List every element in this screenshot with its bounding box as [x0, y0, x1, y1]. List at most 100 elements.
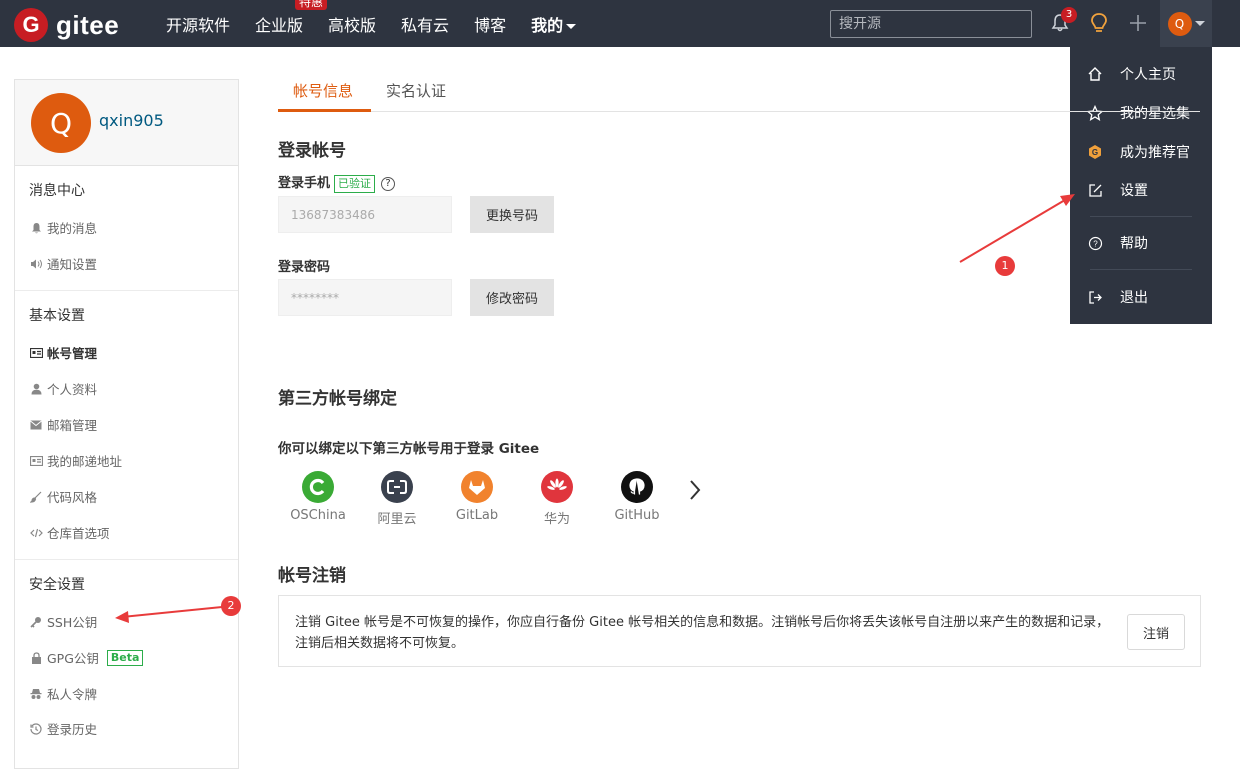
nav-blog[interactable]: 博客 — [474, 12, 506, 36]
menu-divider — [1090, 216, 1192, 217]
history-icon — [29, 722, 43, 735]
sidebar-item-label: 登录历史 — [47, 722, 98, 737]
sidebar-divider — [15, 290, 238, 291]
chevron-right-icon[interactable] — [688, 479, 702, 505]
provider-label: GitHub — [614, 508, 660, 523]
help-icon[interactable]: ? — [381, 177, 396, 191]
sidebar-divider — [15, 559, 238, 560]
notification-count-badge: 3 — [1061, 7, 1077, 23]
change-phone-button[interactable]: 更换号码 — [470, 196, 554, 233]
sidebar-item-repo-preferences[interactable]: 仓库首选项 — [29, 523, 110, 542]
menu-item-help[interactable]: ? 帮助 — [1070, 228, 1212, 258]
nav-private-cloud[interactable]: 私有云 — [401, 12, 449, 36]
menu-item-label: 退出 — [1120, 290, 1148, 306]
phone-label: 登录手机 — [278, 176, 331, 191]
deactivate-section-title: 帐号注销 — [278, 566, 346, 586]
spy-icon — [29, 688, 43, 700]
nav-education[interactable]: 高校版 — [328, 12, 376, 36]
phone-label-row: 登录手机 已验证? — [278, 172, 396, 193]
section-title-basic: 基本设置 — [29, 308, 85, 324]
deactivate-button[interactable]: 注销 — [1127, 614, 1185, 650]
top-navbar: G gitee 开源软件 企业版 特惠 高校版 私有云 博客 我的 3 Q — [0, 0, 1240, 47]
sidebar-item-label: SSH公钥 — [47, 615, 98, 630]
menu-item-label: 帮助 — [1120, 236, 1148, 252]
deactivate-description: 注销 Gitee 帐号是不可恢复的操作，你应自行备份 Gitee 帐号相关的信息… — [295, 615, 1110, 651]
sidebar-item-label: 个人资料 — [47, 382, 98, 397]
sidebar-item-ssh-keys[interactable]: SSH公钥 — [29, 612, 97, 631]
tab-real-name[interactable]: 实名认证 — [386, 80, 446, 101]
gitee-logo-icon: G — [14, 8, 48, 42]
tab-account-info[interactable]: 帐号信息 — [293, 80, 353, 101]
avatar[interactable]: Q — [31, 93, 91, 153]
menu-item-label: 设置 — [1120, 183, 1148, 199]
verified-badge: 已验证 — [334, 175, 376, 193]
sidebar-item-label: 代码风格 — [47, 490, 98, 505]
bind-aliyun[interactable]: 阿里云 — [357, 471, 437, 527]
annotation-marker-1: 1 — [995, 256, 1015, 276]
nav-open-source[interactable]: 开源软件 — [166, 12, 230, 36]
change-password-button[interactable]: 修改密码 — [470, 279, 554, 316]
section-title-security: 安全设置 — [29, 577, 85, 593]
third-party-subtitle: 你可以绑定以下第三方帐号用于登录 Gitee — [278, 441, 540, 457]
nav-enterprise[interactable]: 企业版 特惠 — [255, 0, 328, 36]
sidebar-item-label: 私人令牌 — [47, 687, 98, 702]
avatar: Q — [1167, 11, 1192, 36]
main-nav: 开源软件 企业版 特惠 高校版 私有云 博客 我的 — [166, 0, 601, 47]
provider-label: GitLab — [455, 508, 499, 523]
huawei-icon — [541, 471, 573, 503]
bind-github[interactable]: GitHub — [597, 471, 677, 523]
nav-enterprise-label: 企业版 — [255, 15, 304, 35]
sidebar-item-label: 通知设置 — [47, 257, 98, 272]
user-menu-toggle[interactable]: Q — [1160, 0, 1212, 47]
sidebar-item-profile[interactable]: 个人资料 — [29, 379, 97, 398]
mail-icon — [29, 420, 43, 430]
account-tabs: 帐号信息 实名认证 — [278, 70, 1200, 112]
sidebar-item-login-history[interactable]: 登录历史 — [29, 719, 97, 738]
menu-item-recommender[interactable]: G 成为推荐官 — [1070, 137, 1212, 167]
bind-huawei[interactable]: 华为 — [517, 471, 597, 527]
menu-item-logout[interactable]: 退出 — [1070, 282, 1212, 312]
menu-item-label: 成为推荐官 — [1120, 145, 1190, 161]
key-icon — [29, 616, 43, 628]
sidebar-item-label: 我的消息 — [47, 221, 98, 236]
provider-label: OSChina — [290, 508, 346, 523]
sidebar-item-gpg-keys[interactable]: GPG公钥 Beta — [29, 648, 144, 667]
bind-gitlab[interactable]: GitLab — [437, 471, 517, 523]
username-link[interactable]: qxin905 — [99, 111, 164, 130]
sidebar-item-notification-settings[interactable]: 通知设置 — [29, 254, 97, 273]
gitee-medal-icon: G — [1070, 144, 1120, 160]
sidebar-item-label: 仓库首选项 — [47, 526, 110, 541]
menu-item-settings[interactable]: 设置 — [1070, 175, 1212, 205]
deactivate-card: 注销 Gitee 帐号是不可恢复的操作，你应自行备份 Gitee 帐号相关的信息… — [278, 595, 1201, 667]
lightbulb-icon[interactable] — [1087, 11, 1111, 35]
sidebar-item-code-style[interactable]: 代码风格 — [29, 487, 97, 506]
gitee-logo-text: gitee — [56, 9, 120, 40]
code-icon — [29, 528, 43, 538]
edit-icon — [1070, 183, 1120, 198]
gitee-logo[interactable]: G gitee — [14, 8, 119, 42]
provider-label: 阿里云 — [377, 512, 417, 527]
brush-icon — [29, 491, 43, 503]
bind-oschina[interactable]: OSChina — [278, 471, 358, 523]
sidebar-item-address[interactable]: 我的邮递地址 — [29, 451, 122, 470]
login-section-title: 登录帐号 — [278, 141, 346, 161]
password-field[interactable] — [278, 279, 452, 316]
profile-card: Q qxin905 — [15, 80, 238, 166]
logout-icon — [1070, 290, 1120, 305]
beta-badge: Beta — [106, 649, 144, 666]
phone-field[interactable] — [278, 196, 452, 233]
plus-icon[interactable] — [1126, 11, 1150, 35]
nav-mine-label: 我的 — [531, 15, 564, 35]
sidebar-item-account[interactable]: 帐号管理 — [29, 343, 97, 362]
section-title-messages: 消息中心 — [29, 183, 85, 199]
nav-mine[interactable]: 我的 — [531, 12, 577, 36]
menu-divider — [1090, 269, 1192, 270]
sidebar-item-private-tokens[interactable]: 私人令牌 — [29, 684, 97, 703]
sidebar-item-email[interactable]: 邮箱管理 — [29, 415, 97, 434]
sidebar-item-label: 我的邮递地址 — [47, 454, 123, 469]
aliyun-icon — [381, 471, 413, 503]
user-icon — [29, 383, 43, 395]
sidebar-item-my-messages[interactable]: 我的消息 — [29, 218, 97, 237]
search-input[interactable] — [830, 10, 1032, 38]
github-icon — [621, 471, 653, 503]
